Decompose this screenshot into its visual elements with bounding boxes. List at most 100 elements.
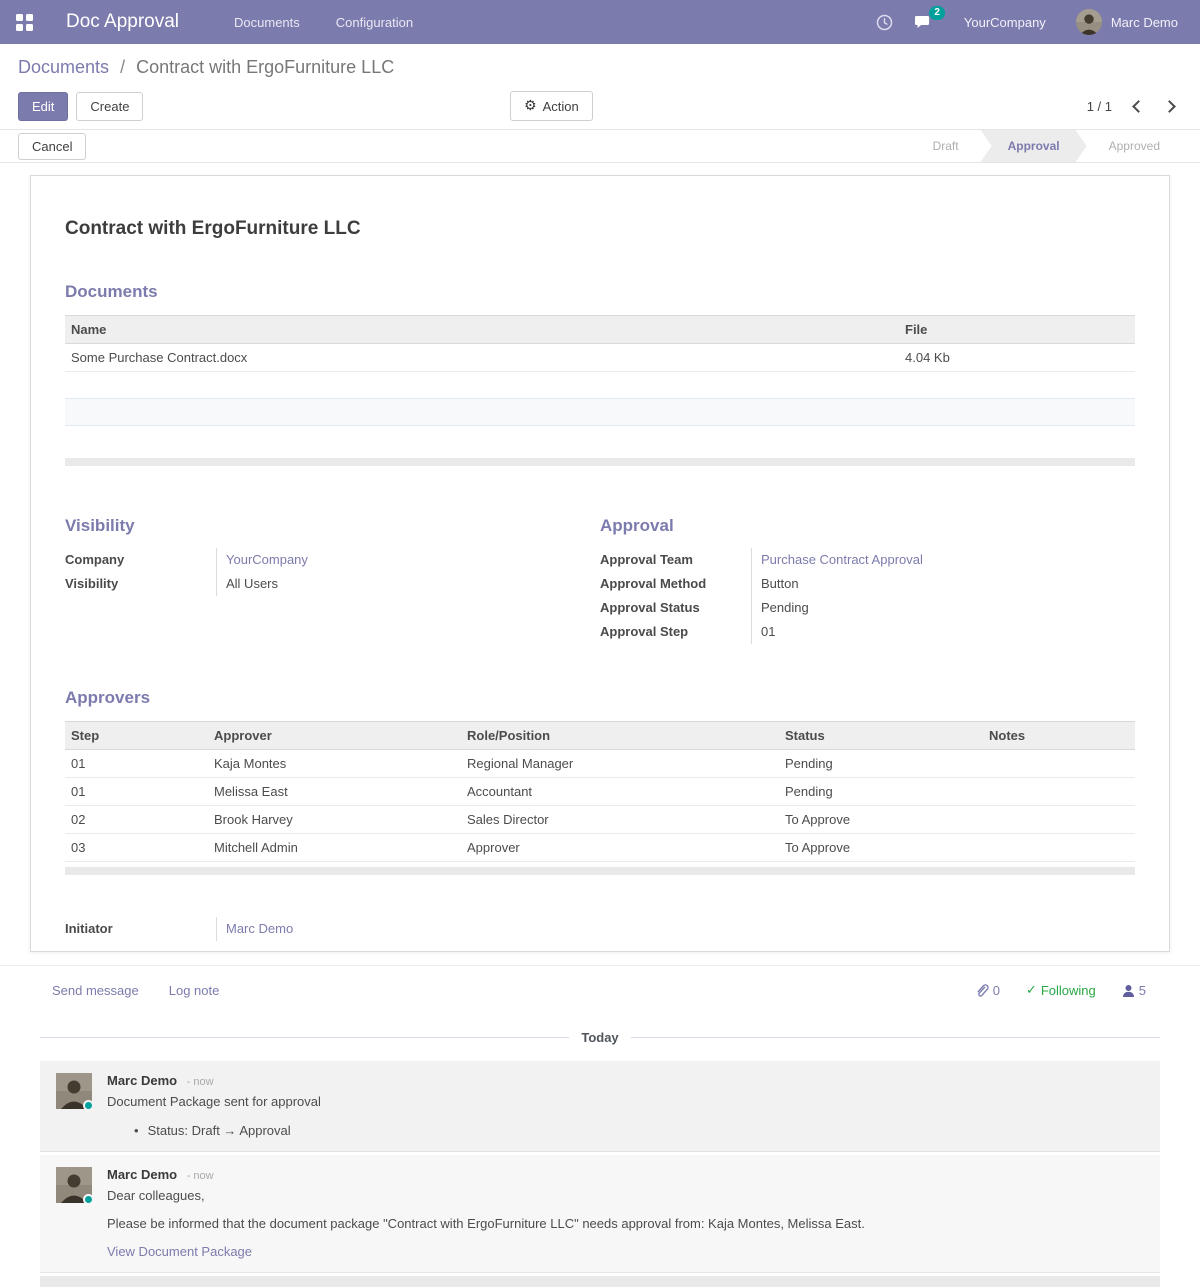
app-title: Doc Approval: [66, 11, 179, 33]
message-author[interactable]: Marc Demo: [107, 1073, 177, 1088]
chatter-toolbar: Send message Log note 0 ✓ Following 5: [0, 966, 1200, 1012]
company-switcher[interactable]: YourCompany: [964, 15, 1046, 30]
activities-clock-icon[interactable]: [876, 14, 893, 31]
navbar-systray: 2 YourCompany Marc Demo: [876, 9, 1200, 35]
table-scrollbar[interactable]: [65, 458, 1135, 466]
message-note: Marc Demo - now Document Package sent fo…: [40, 1061, 1160, 1152]
pager-count: 1 / 1: [1087, 99, 1112, 114]
stage-approval[interactable]: Approval: [981, 130, 1087, 162]
approver-role: Accountant: [461, 777, 779, 805]
date-separator-label: Today: [581, 1030, 618, 1045]
bullet-icon: •: [134, 1123, 139, 1138]
pager-next-icon[interactable]: [1163, 100, 1176, 113]
company-value-link[interactable]: YourCompany: [226, 552, 308, 567]
paperclip-icon: [975, 983, 989, 998]
attachments-count: 0: [993, 983, 1000, 998]
approver-notes: [983, 833, 1135, 861]
approval-team-value-link[interactable]: Purchase Contract Approval: [761, 552, 923, 567]
field-approval-step: Approval Step 01: [600, 620, 1135, 644]
approver-status: To Approve: [779, 833, 983, 861]
documents-col-file[interactable]: File: [899, 316, 1135, 344]
messages-icon[interactable]: 2: [915, 14, 934, 30]
field-approval-status: Approval Status Pending: [600, 596, 1135, 620]
log-note-button[interactable]: Log note: [169, 983, 220, 998]
toolbar: Edit Create ⚙ Action 1 / 1: [18, 91, 1182, 121]
following-button[interactable]: ✓ Following: [1026, 983, 1096, 998]
tracking-value: • Status: Draft → Approval: [134, 1123, 321, 1138]
next-message-peek: [40, 1276, 1160, 1287]
table-scrollbar[interactable]: [65, 867, 1135, 875]
document-row[interactable]: Some Purchase Contract.docx 4.04 Kb: [65, 344, 1135, 372]
approvers-col-status[interactable]: Status: [779, 721, 983, 749]
message-avatar: [56, 1073, 92, 1109]
attachments-button[interactable]: 0: [975, 983, 1000, 998]
send-message-button[interactable]: Send message: [52, 983, 139, 998]
menu-documents[interactable]: Documents: [234, 15, 300, 30]
visibility-value: All Users: [216, 572, 600, 596]
view-document-package-link[interactable]: View Document Package: [107, 1244, 865, 1259]
approvers-col-role[interactable]: Role/Position: [461, 721, 779, 749]
initiator-value-link[interactable]: Marc Demo: [226, 921, 293, 936]
approver-row[interactable]: 02 Brook Harvey Sales Director To Approv…: [65, 805, 1135, 833]
approvers-table: Step Approver Role/Position Status Notes…: [65, 721, 1135, 862]
breadcrumb-separator: /: [120, 57, 125, 77]
approvers-col-approver[interactable]: Approver: [208, 721, 461, 749]
stage-pipeline: Draft Approval Approved: [911, 130, 1182, 162]
apps-grid-icon[interactable]: [16, 14, 33, 31]
company-label: Company: [65, 548, 216, 572]
action-button[interactable]: ⚙ Action: [510, 91, 593, 121]
followers-button[interactable]: 5: [1122, 983, 1146, 998]
cancel-button[interactable]: Cancel: [18, 133, 86, 160]
approver-row[interactable]: 01 Melissa East Accountant Pending: [65, 777, 1135, 805]
online-status-dot: [83, 1100, 94, 1111]
message-author[interactable]: Marc Demo: [107, 1167, 177, 1182]
document-name: Some Purchase Contract.docx: [65, 344, 899, 372]
approver-step: 01: [65, 749, 208, 777]
chatter: Send message Log note 0 ✓ Following 5 To…: [0, 965, 1200, 1287]
approver-row[interactable]: 01 Kaja Montes Regional Manager Pending: [65, 749, 1135, 777]
gear-icon: ⚙: [524, 98, 537, 114]
pager: 1 / 1: [1087, 99, 1182, 114]
approvers-section: Approvers Step Approver Role/Position St…: [65, 688, 1135, 875]
statusbar: Cancel Draft Approval Approved: [0, 129, 1200, 163]
initiator-label: Initiator: [65, 917, 216, 941]
approver-role: Sales Director: [461, 805, 779, 833]
stage-approved[interactable]: Approved: [1087, 130, 1182, 162]
edit-button[interactable]: Edit: [18, 92, 68, 121]
documents-col-name[interactable]: Name: [65, 316, 899, 344]
message-timestamp: - now: [187, 1076, 214, 1088]
approvers-col-step[interactable]: Step: [65, 721, 208, 749]
pager-previous-icon[interactable]: [1132, 100, 1145, 113]
approver-name: Melissa East: [208, 777, 461, 805]
visibility-group: Visibility Company YourCompany Visibilit…: [65, 516, 600, 644]
approver-notes: [983, 749, 1135, 777]
breadcrumb-documents-link[interactable]: Documents: [18, 57, 109, 77]
check-icon: ✓: [1026, 983, 1037, 998]
message-avatar: [56, 1167, 92, 1203]
user-avatar: [1076, 9, 1102, 35]
user-name: Marc Demo: [1111, 15, 1178, 30]
visibility-label: Visibility: [65, 572, 216, 596]
approver-row[interactable]: 03 Mitchell Admin Approver To Approve: [65, 833, 1135, 861]
control-panel: Documents / Contract with ErgoFurniture …: [0, 44, 1200, 129]
user-menu[interactable]: Marc Demo: [1076, 9, 1178, 35]
breadcrumb-current: Contract with ErgoFurniture LLC: [136, 57, 394, 77]
create-button[interactable]: Create: [76, 92, 143, 121]
date-separator: Today: [40, 1030, 1160, 1045]
top-navbar: Doc Approval Documents Configuration 2 Y…: [0, 0, 1200, 44]
approval-group: Approval Approval Team Purchase Contract…: [600, 516, 1135, 644]
approvers-col-notes[interactable]: Notes: [983, 721, 1135, 749]
approval-method-value: Button: [751, 572, 1135, 596]
approval-team-label: Approval Team: [600, 548, 751, 572]
approver-name: Brook Harvey: [208, 805, 461, 833]
approver-notes: [983, 777, 1135, 805]
approver-name: Kaja Montes: [208, 749, 461, 777]
action-button-label: Action: [543, 99, 579, 114]
approver-role: Approver: [461, 833, 779, 861]
field-company: Company YourCompany: [65, 548, 600, 572]
menu-configuration[interactable]: Configuration: [336, 15, 413, 30]
stage-draft[interactable]: Draft: [911, 130, 981, 162]
approver-step: 01: [65, 777, 208, 805]
message-timestamp: - now: [187, 1170, 214, 1182]
followers-icon: [1122, 984, 1135, 998]
